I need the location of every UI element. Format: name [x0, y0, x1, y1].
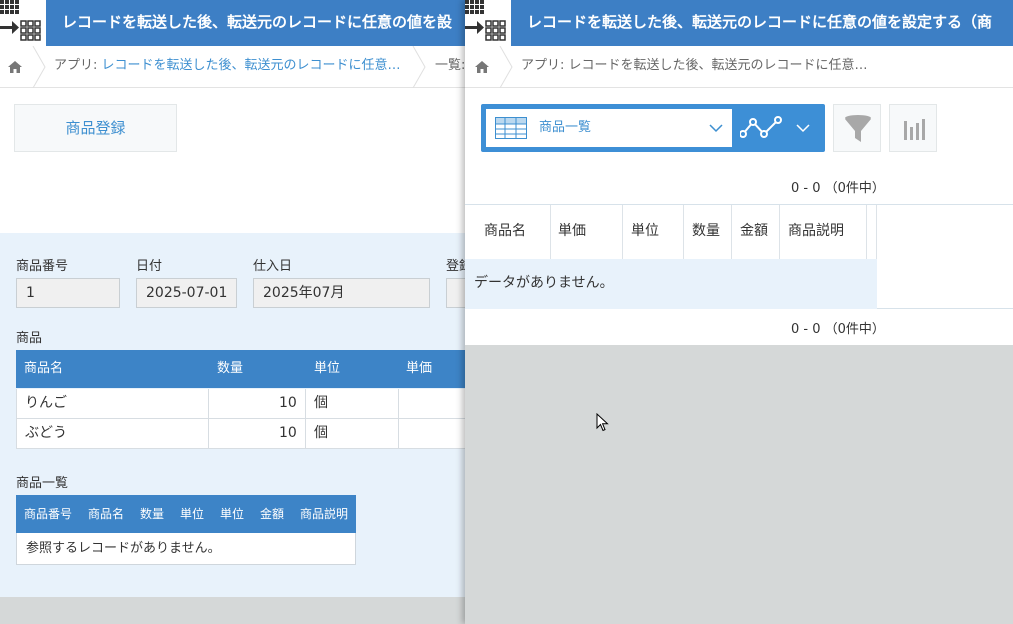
record-list: 商品名 単価 単位 数量 金額 商品説明 データがありません。	[465, 204, 1013, 309]
list-col-unit-price[interactable]: 単価	[558, 205, 586, 257]
view-name: 商品一覧	[539, 120, 592, 135]
quantity-cell: 10	[279, 395, 297, 411]
left-window: レコードを転送した後、転送元のレコードに任意の値を設 アプリ: レコードを転送し…	[0, 0, 465, 624]
registered-field[interactable]	[446, 278, 465, 308]
unit-cell: 個	[314, 425, 328, 441]
ref-col-description: 商品説明	[300, 507, 349, 521]
bar-chart-icon	[904, 119, 925, 140]
ref-col-quantity: 数量	[140, 507, 165, 521]
ref-col-product-no: 商品番号	[24, 507, 73, 521]
product-name-cell: りんご	[25, 395, 67, 411]
ref-col-unit-2: 単位	[220, 507, 245, 521]
list-col-product-name[interactable]: 商品名	[484, 205, 526, 257]
mouse-cursor-icon	[596, 413, 609, 432]
date-field[interactable]: 2025-07-01	[136, 278, 237, 308]
breadcrumb-separator-icon	[412, 46, 426, 88]
app-header: レコードを転送した後、転送元のレコードに任意の値を設定する（商	[465, 0, 1013, 46]
filter-button[interactable]	[833, 104, 881, 152]
view-selector[interactable]: 商品一覧	[481, 104, 825, 152]
action-area: 商品登録	[0, 88, 465, 233]
product-table-header: 商品名 数量 単位 単価	[16, 350, 465, 388]
product-no-label: 商品番号	[16, 259, 69, 274]
home-icon[interactable]	[473, 58, 491, 76]
table-view-icon	[495, 117, 527, 139]
graph-chart-button[interactable]	[889, 104, 937, 152]
ref-col-product-name: 商品名	[88, 507, 125, 521]
view-dropdown[interactable]: 商品一覧	[486, 109, 732, 147]
reference-table-title: 商品一覧	[16, 476, 69, 491]
arrival-date-field[interactable]: 2025年07月	[253, 278, 430, 308]
registered-label: 登録	[446, 259, 465, 274]
register-product-button[interactable]: 商品登録	[14, 104, 177, 152]
app-title: レコードを転送した後、転送元のレコードに任意の値を設	[62, 13, 453, 31]
chevron-down-icon	[709, 124, 723, 133]
product-name-cell: ぶどう	[25, 425, 67, 441]
col-product-name: 商品名	[24, 361, 64, 376]
breadcrumb-separator-icon	[32, 46, 46, 88]
app-icon[interactable]	[0, 0, 46, 46]
breadcrumb: アプリ: レコードを転送した後、転送元のレコードに任意…	[465, 46, 1013, 88]
quantity-cell: 10	[279, 425, 297, 441]
home-icon[interactable]	[6, 58, 24, 76]
breadcrumb: アプリ: レコードを転送した後、転送元のレコードに任意… 一覧:	[0, 46, 465, 88]
col-unit: 単位	[314, 361, 341, 376]
reference-table-header: 商品番号 商品名 数量 単位 単位 金額 商品説明	[16, 495, 356, 533]
app-title: レコードを転送した後、転送元のレコードに任意の値を設定する（商	[527, 13, 993, 31]
breadcrumb-app[interactable]: アプリ: レコードを転送した後、転送元のレコードに任意…	[521, 46, 868, 86]
app-icon[interactable]	[465, 0, 511, 46]
unit-cell: 個	[314, 395, 328, 411]
breadcrumb-app[interactable]: アプリ: レコードを転送した後、転送元のレコードに任意…	[54, 46, 401, 86]
list-col-unit[interactable]: 単位	[631, 205, 659, 257]
list-view: 商品一覧 0 - 0 （0件中） 商品名 単価 単位 数量 金額 商品説明 デー…	[465, 88, 1013, 345]
table-row: りんご 10 個	[16, 389, 465, 419]
breadcrumb-view[interactable]: 一覧:	[435, 46, 465, 86]
list-header: 商品名 単価 単位 数量 金額 商品説明	[475, 205, 877, 259]
right-window: レコードを転送した後、転送元のレコードに任意の値を設定する（商 アプリ: レコー…	[465, 0, 1013, 624]
ref-col-unit: 単位	[180, 507, 205, 521]
list-col-amount[interactable]: 金額	[740, 205, 768, 257]
app-header: レコードを転送した後、転送元のレコードに任意の値を設	[0, 0, 465, 46]
table-row: ぶどう 10 個	[16, 419, 465, 449]
ref-col-amount: 金額	[260, 507, 285, 521]
list-empty-message: データがありません。	[465, 259, 877, 309]
col-unit-price: 単価	[406, 361, 433, 376]
product-table-title: 商品	[16, 331, 43, 346]
reference-empty-message: 参照するレコードがありません。	[16, 533, 356, 565]
filter-icon	[845, 115, 871, 142]
col-quantity: 数量	[217, 361, 244, 376]
pager-bottom[interactable]: 0 - 0 （0件中）	[791, 318, 885, 337]
chevron-down-icon[interactable]	[796, 123, 810, 133]
pager-top[interactable]: 0 - 0 （0件中）	[791, 177, 885, 196]
list-col-description[interactable]: 商品説明	[788, 205, 844, 257]
arrival-date-label: 仕入日	[253, 259, 293, 274]
product-no-field[interactable]: 1	[16, 278, 120, 308]
breadcrumb-separator-icon	[499, 46, 513, 88]
graph-icon[interactable]	[740, 115, 782, 141]
date-label: 日付	[136, 259, 163, 274]
list-col-quantity[interactable]: 数量	[692, 205, 720, 257]
